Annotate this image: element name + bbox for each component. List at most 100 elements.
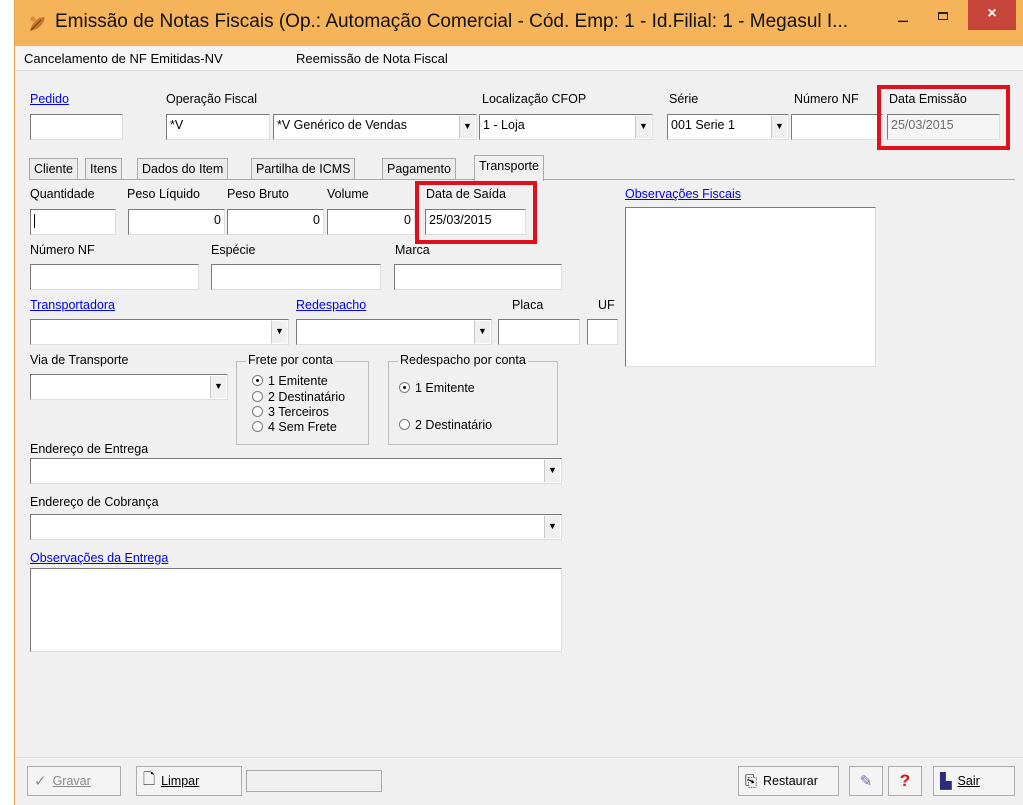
app-leaf-icon — [30, 16, 45, 31]
chevron-down-icon[interactable]: ▼ — [210, 376, 226, 398]
transportadora-link[interactable]: Transportadora — [30, 298, 115, 312]
limpar-button-label: Limpar — [161, 774, 200, 788]
radio-icon — [252, 406, 263, 417]
menu-reemissao[interactable]: Reemissão de Nota Fiscal — [296, 51, 448, 66]
chevron-down-icon[interactable]: ▼ — [544, 516, 560, 538]
redespacho-por-conta-legend: Redespacho por conta — [398, 353, 528, 367]
chevron-down-icon[interactable]: ▼ — [474, 321, 490, 343]
pedido-input[interactable] — [30, 114, 123, 140]
especie-input[interactable] — [211, 264, 381, 290]
redespacho-option-label: 2 Destinatário — [415, 418, 493, 432]
volume-input[interactable]: 0 — [327, 209, 415, 235]
frete-option-label: 3 Terceiros — [268, 405, 329, 419]
endereco-entrega-select[interactable]: ▼ — [30, 458, 562, 484]
radio-icon — [252, 391, 263, 402]
gravar-button[interactable]: ✓ Gravar — [27, 766, 121, 796]
menu-cancelamento[interactable]: Cancelamento de NF Emitidas-NV — [24, 51, 223, 66]
frete-radio-3[interactable]: 3 Terceiros — [252, 405, 329, 419]
numero-nf-transporte-label: Número NF — [30, 243, 95, 257]
chevron-down-icon[interactable]: ▼ — [635, 116, 651, 138]
tab-transporte[interactable]: Transporte — [474, 155, 544, 181]
frete-radio-4[interactable]: 4 Sem Frete — [252, 420, 337, 434]
volume-label: Volume — [327, 187, 369, 201]
redespacho-link[interactable]: Redespacho — [296, 298, 366, 312]
transportadora-select[interactable]: ▼ — [30, 319, 289, 345]
tab-cliente[interactable]: Cliente — [29, 158, 78, 180]
pedido-link[interactable]: Pedido — [30, 92, 69, 106]
redespacho-radio-2[interactable]: 2 Destinatário — [399, 418, 492, 432]
quantidade-input[interactable] — [30, 209, 116, 235]
text-caret — [34, 213, 35, 228]
radio-selected-icon — [252, 375, 263, 386]
limpar-button[interactable]: 🗋 Limpar — [136, 766, 242, 796]
frete-radio-2[interactable]: 2 Destinatário — [252, 390, 345, 404]
operacao-select[interactable]: *V Genérico de Vendas ▼ — [273, 114, 477, 140]
status-field — [246, 770, 382, 792]
peso-liquido-label: Peso Líquido — [127, 187, 200, 201]
redespacho-radio-1[interactable]: 1 Emitente — [399, 381, 475, 395]
redespacho-por-conta-group — [388, 361, 558, 445]
tab-pagamento[interactable]: Pagamento — [382, 158, 456, 180]
chevron-down-icon[interactable]: ▼ — [459, 116, 475, 138]
especie-label: Espécie — [211, 243, 256, 257]
bottom-toolbar: ✓ Gravar 🗋 Limpar ⎘ Restaurar ✎ ? ▙ Sair — [15, 757, 1023, 805]
title-bar[interactable]: Emissão de Notas Fiscais (Op.: Automação… — [15, 0, 1023, 46]
help-button[interactable]: ? — [888, 766, 922, 796]
redespacho-select[interactable]: ▼ — [296, 319, 492, 345]
tab-partilha-icms[interactable]: Partilha de ICMS — [251, 158, 356, 180]
close-button[interactable]: × — [968, 0, 1016, 30]
endereco-cobranca-select[interactable]: ▼ — [30, 514, 562, 540]
window-title: Emissão de Notas Fiscais (Op.: Automação… — [55, 11, 848, 32]
observacoes-entrega-textarea[interactable] — [30, 568, 562, 652]
peso-liquido-input[interactable]: 0 — [128, 209, 225, 235]
checkmark-icon: ✓ — [34, 773, 47, 790]
chevron-down-icon[interactable]: ▼ — [544, 460, 560, 482]
serie-label: Série — [669, 92, 699, 106]
restaurar-button-label: Restaurar — [763, 774, 818, 788]
uf-input[interactable] — [587, 319, 618, 345]
sair-button-label: Sair — [957, 774, 980, 788]
cfop-select[interactable]: 1 - Loja ▼ — [479, 114, 653, 140]
cfop-select-value: 1 - Loja — [483, 118, 525, 132]
numero-nf-label: Número NF — [794, 92, 859, 106]
placa-input[interactable] — [498, 319, 580, 345]
via-transporte-label: Via de Transporte — [30, 353, 129, 367]
radio-icon — [252, 421, 263, 432]
observacoes-fiscais-link[interactable]: Observações Fiscais — [625, 187, 741, 201]
via-transporte-select[interactable]: ▼ — [30, 374, 228, 400]
radio-selected-icon — [399, 382, 410, 393]
numero-nf-transporte-input[interactable] — [30, 264, 199, 290]
gravar-button-label: Gravar — [52, 774, 91, 788]
chevron-down-icon[interactable]: ▼ — [771, 116, 787, 138]
radio-icon — [399, 419, 410, 430]
placa-label: Placa — [512, 298, 544, 312]
operacao-fiscal-label: Operação Fiscal — [166, 92, 258, 106]
quantidade-label: Quantidade — [30, 187, 95, 201]
frete-option-label: 1 Emitente — [268, 374, 328, 388]
marca-label: Marca — [395, 243, 430, 257]
marca-input[interactable] — [394, 264, 562, 290]
observacoes-entrega-link[interactable]: Observações da Entrega — [30, 551, 168, 565]
notes-button[interactable]: ✎ — [849, 766, 883, 796]
serie-select[interactable]: 001 Serie 1 ▼ — [667, 114, 789, 140]
menu-bar: Cancelamento de NF Emitidas-NV Reemissão… — [15, 47, 1023, 71]
operacao-select-value: *V Genérico de Vendas — [277, 118, 407, 132]
minimize-button[interactable]: – — [889, 11, 917, 32]
restaurar-button[interactable]: ⎘ Restaurar — [738, 766, 839, 796]
tab-itens[interactable]: Itens — [85, 158, 123, 180]
highlight-data-saida — [415, 181, 537, 244]
new-document-icon: 🗋 — [143, 770, 156, 788]
observacoes-fiscais-textarea[interactable] — [625, 207, 876, 367]
operacao-code-input[interactable]: *V — [166, 114, 270, 140]
sair-button[interactable]: ▙ Sair — [933, 766, 1015, 796]
numero-nf-input[interactable] — [791, 114, 883, 140]
notes-icon: ✎ — [859, 773, 873, 790]
frete-radio-1[interactable]: 1 Emitente — [252, 374, 328, 388]
peso-bruto-input[interactable]: 0 — [227, 209, 324, 235]
help-icon: ? — [899, 771, 911, 790]
chevron-down-icon[interactable]: ▼ — [271, 321, 287, 343]
tab-dados-do-item[interactable]: Dados do Item — [137, 158, 229, 180]
peso-bruto-label: Peso Bruto — [227, 187, 289, 201]
maximize-button[interactable] — [929, 8, 957, 28]
restore-icon: ⎘ — [745, 772, 758, 790]
